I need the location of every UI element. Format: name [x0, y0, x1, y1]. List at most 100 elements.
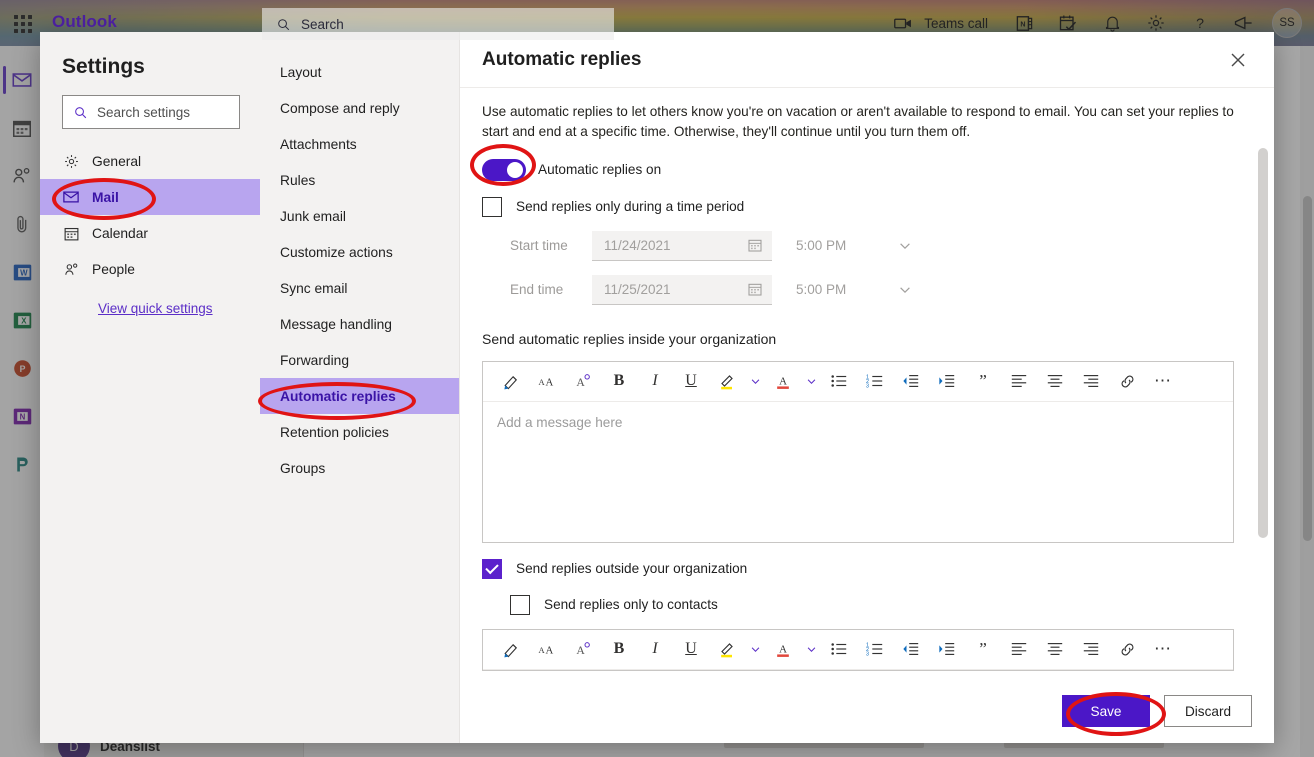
view-quick-settings-link[interactable]: View quick settings: [40, 301, 260, 316]
feedback-button[interactable]: [1222, 0, 1266, 46]
bold-icon[interactable]: B: [601, 364, 637, 398]
align-right-icon[interactable]: [1073, 364, 1109, 398]
category-item-forwarding[interactable]: Forwarding: [260, 342, 459, 378]
align-left-icon[interactable]: [1001, 632, 1037, 666]
onenote-icon-button[interactable]: N: [1002, 0, 1046, 46]
settings-search-placeholder: Search settings: [97, 105, 190, 120]
align-left-icon[interactable]: [1001, 364, 1037, 398]
quote-icon[interactable]: ”: [965, 364, 1001, 398]
notifications-bell-icon: [1103, 14, 1122, 33]
sidebar-item-general[interactable]: General: [40, 143, 260, 179]
chevron-down-icon[interactable]: [801, 364, 821, 398]
settings-gear-button[interactable]: [1134, 0, 1178, 46]
settings-search-input[interactable]: Search settings: [62, 95, 240, 129]
close-icon: [1230, 52, 1246, 68]
todo-icon-button[interactable]: [1046, 0, 1090, 46]
help-icon: ?: [1190, 13, 1210, 33]
todo-icon: [1058, 13, 1078, 33]
category-item-layout[interactable]: Layout: [260, 54, 459, 90]
format-painter-icon[interactable]: [493, 632, 529, 666]
insert-link-icon[interactable]: [1109, 364, 1145, 398]
category-item-attachments[interactable]: Attachments: [260, 126, 459, 162]
discard-button[interactable]: Discard: [1164, 695, 1252, 727]
clear-formatting-icon[interactable]: A: [565, 364, 601, 398]
end-time-value: 5:00 PM: [796, 282, 846, 297]
format-painter-icon[interactable]: [493, 364, 529, 398]
contacts-only-checkbox-row: Send replies only to contacts: [510, 595, 1234, 615]
settings-nav-list: General Mail: [40, 143, 260, 287]
sidebar-item-calendar[interactable]: Calendar: [40, 215, 260, 251]
increase-indent-icon[interactable]: [929, 364, 965, 398]
inside-org-toolbar: A A A B I U: [483, 362, 1233, 402]
quote-icon[interactable]: ”: [965, 632, 1001, 666]
category-item-groups[interactable]: Groups: [260, 450, 459, 486]
bulleted-list-icon[interactable]: [821, 632, 857, 666]
time-period-checkbox[interactable]: [482, 197, 502, 217]
align-center-icon[interactable]: [1037, 364, 1073, 398]
help-button[interactable]: ?: [1178, 0, 1222, 46]
inside-org-editor: A A A B I U: [482, 361, 1234, 543]
align-center-icon[interactable]: [1037, 632, 1073, 666]
svg-text:N: N: [1020, 20, 1025, 28]
underline-icon[interactable]: U: [673, 632, 709, 666]
save-button[interactable]: Save: [1062, 695, 1150, 727]
category-item-compose-and-reply[interactable]: Compose and reply: [260, 90, 459, 126]
highlight-color-icon[interactable]: [709, 632, 745, 666]
category-item-retention-policies[interactable]: Retention policies: [260, 414, 459, 450]
chevron-down-icon[interactable]: [801, 632, 821, 666]
start-date-value: 11/24/2021: [604, 238, 671, 253]
brand-outlook[interactable]: Outlook: [52, 12, 117, 32]
app-launcher-icon[interactable]: [12, 13, 34, 35]
font-color-icon[interactable]: A: [765, 364, 801, 398]
outside-org-checkbox[interactable]: [482, 559, 502, 579]
underline-icon[interactable]: U: [673, 364, 709, 398]
contacts-only-checkbox[interactable]: [510, 595, 530, 615]
start-date-input[interactable]: 11/24/2021: [592, 231, 772, 261]
end-date-input[interactable]: 11/25/2021: [592, 275, 772, 305]
align-right-icon[interactable]: [1073, 632, 1109, 666]
category-item-customize-actions[interactable]: Customize actions: [260, 234, 459, 270]
font-color-icon[interactable]: A: [765, 632, 801, 666]
numbered-list-icon[interactable]: 123: [857, 364, 893, 398]
chevron-down-icon[interactable]: [745, 364, 765, 398]
inside-org-message-input[interactable]: Add a message here: [483, 402, 1233, 542]
end-date-value: 11/25/2021: [604, 282, 671, 297]
highlight-color-icon[interactable]: [709, 364, 745, 398]
bulleted-list-icon[interactable]: [821, 364, 857, 398]
sidebar-item-people[interactable]: People: [40, 251, 260, 287]
outside-org-toolbar: A A A B I U: [483, 630, 1233, 670]
category-item-junk-email[interactable]: Junk email: [260, 198, 459, 234]
search-icon: [73, 105, 88, 120]
user-avatar[interactable]: SS: [1272, 8, 1302, 38]
italic-icon[interactable]: I: [637, 632, 673, 666]
close-button[interactable]: [1222, 44, 1254, 76]
search-input[interactable]: Search: [262, 8, 614, 40]
notifications-bell-button[interactable]: [1090, 0, 1134, 46]
more-options-icon[interactable]: ⋯: [1145, 632, 1181, 666]
chevron-down-icon[interactable]: [745, 632, 765, 666]
font-size-icon[interactable]: A A: [529, 364, 565, 398]
increase-indent-icon[interactable]: [929, 632, 965, 666]
category-item-sync-email[interactable]: Sync email: [260, 270, 459, 306]
category-item-automatic-replies[interactable]: Automatic replies: [260, 378, 459, 414]
clear-formatting-icon[interactable]: A: [565, 632, 601, 666]
panel-scrollbar-thumb[interactable]: [1258, 148, 1268, 538]
chevron-down-icon: [898, 239, 912, 253]
automatic-replies-toggle[interactable]: [482, 159, 526, 181]
calendar-icon: [747, 237, 763, 253]
more-options-icon[interactable]: ⋯: [1145, 364, 1181, 398]
sidebar-item-mail[interactable]: Mail: [40, 179, 260, 215]
start-time-dropdown[interactable]: 5:00 PM: [794, 231, 912, 261]
decrease-indent-icon[interactable]: [893, 632, 929, 666]
teams-call-button[interactable]: Teams call: [884, 0, 1002, 46]
font-size-icon[interactable]: A A: [529, 632, 565, 666]
category-item-message-handling[interactable]: Message handling: [260, 306, 459, 342]
decrease-indent-icon[interactable]: [893, 364, 929, 398]
numbered-list-icon[interactable]: 123: [857, 632, 893, 666]
category-item-rules[interactable]: Rules: [260, 162, 459, 198]
insert-link-icon[interactable]: [1109, 632, 1145, 666]
italic-icon[interactable]: I: [637, 364, 673, 398]
inside-org-placeholder: Add a message here: [497, 415, 622, 430]
bold-icon[interactable]: B: [601, 632, 637, 666]
end-time-dropdown[interactable]: 5:00 PM: [794, 275, 912, 305]
